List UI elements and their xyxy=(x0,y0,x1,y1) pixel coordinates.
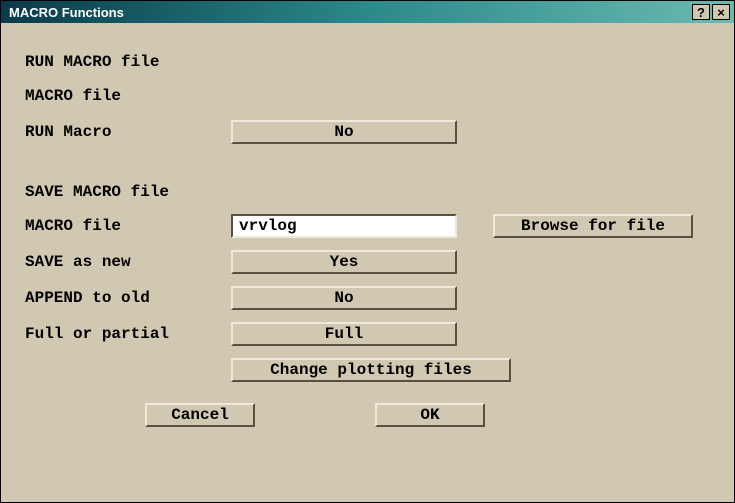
dialog-window: MACRO Functions ? × RUN MACRO file MACRO… xyxy=(0,0,735,503)
save-as-new-toggle[interactable]: Yes xyxy=(231,250,457,274)
close-icon[interactable]: × xyxy=(712,4,730,20)
window-title: MACRO Functions xyxy=(5,5,690,20)
save-macro-heading: SAVE MACRO file xyxy=(25,183,710,201)
run-macro-heading: RUN MACRO file xyxy=(25,53,710,71)
full-partial-value: Full xyxy=(325,325,363,343)
browse-file-button[interactable]: Browse for file xyxy=(493,214,693,238)
change-plotting-files-button[interactable]: Change plotting files xyxy=(231,358,511,382)
run-macro-label: RUN Macro xyxy=(25,123,231,141)
save-macro-file-label: MACRO file xyxy=(25,217,231,235)
client-area: RUN MACRO file MACRO file RUN Macro No S… xyxy=(1,23,734,502)
cancel-label: Cancel xyxy=(171,406,229,424)
change-plot-row: Change plotting files xyxy=(25,357,710,383)
change-plotting-files-label: Change plotting files xyxy=(270,361,472,379)
macro-file-input[interactable]: vrvlog xyxy=(231,214,457,238)
cancel-button[interactable]: Cancel xyxy=(145,403,255,427)
help-icon[interactable]: ? xyxy=(692,4,710,20)
full-partial-toggle[interactable]: Full xyxy=(231,322,457,346)
titlebar: MACRO Functions ? × xyxy=(1,1,734,23)
append-toggle[interactable]: No xyxy=(231,286,457,310)
save-macro-file-row: MACRO file vrvlog Browse for file xyxy=(25,213,710,239)
browse-file-label: Browse for file xyxy=(521,217,665,235)
full-partial-label: Full or partial xyxy=(25,325,231,343)
append-label: APPEND to old xyxy=(25,289,231,307)
macro-file-value: vrvlog xyxy=(239,217,297,235)
run-macro-file-row: MACRO file xyxy=(25,83,710,109)
footer: Cancel OK xyxy=(25,403,710,427)
save-as-new-row: SAVE as new Yes xyxy=(25,249,710,275)
run-macro-toggle[interactable]: No xyxy=(231,120,457,144)
run-macro-row: RUN Macro No xyxy=(25,119,710,145)
append-value: No xyxy=(334,289,353,307)
save-as-new-label: SAVE as new xyxy=(25,253,231,271)
run-macro-value: No xyxy=(334,123,353,141)
ok-button[interactable]: OK xyxy=(375,403,485,427)
save-as-new-value: Yes xyxy=(330,253,359,271)
full-partial-row: Full or partial Full xyxy=(25,321,710,347)
run-macro-file-label: MACRO file xyxy=(25,87,231,105)
ok-label: OK xyxy=(420,406,439,424)
append-row: APPEND to old No xyxy=(25,285,710,311)
